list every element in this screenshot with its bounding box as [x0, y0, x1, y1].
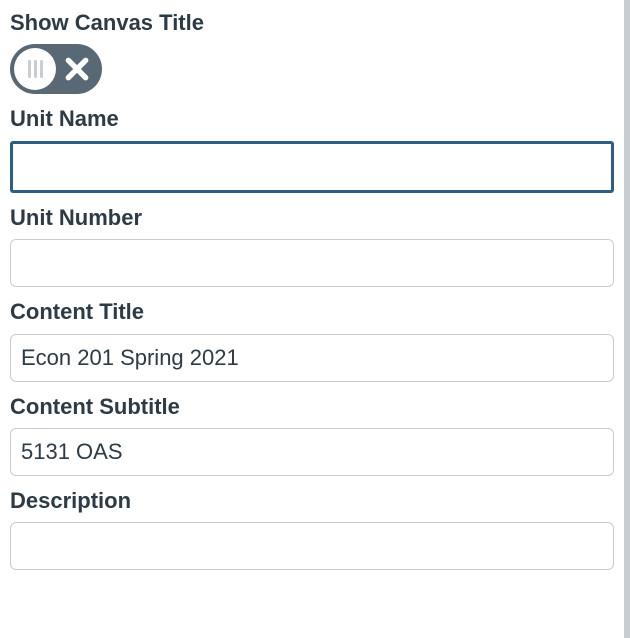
unit-name-label: Unit Name	[10, 106, 614, 132]
description-input[interactable]	[10, 522, 614, 570]
show-canvas-title-toggle[interactable]	[10, 44, 102, 94]
content-title-group: Content Title	[10, 299, 614, 381]
toggle-knob	[14, 48, 56, 90]
description-label: Description	[10, 488, 614, 514]
unit-number-label: Unit Number	[10, 205, 614, 231]
unit-name-group: Unit Name	[10, 106, 614, 192]
form-panel: Show Canvas Title Unit Name Unit Number …	[0, 0, 630, 638]
content-subtitle-group: Content Subtitle	[10, 394, 614, 476]
content-subtitle-input[interactable]	[10, 428, 614, 476]
show-canvas-title-label: Show Canvas Title	[10, 10, 614, 36]
show-canvas-title-group: Show Canvas Title	[10, 10, 614, 94]
unit-name-input[interactable]	[10, 141, 614, 193]
content-subtitle-label: Content Subtitle	[10, 394, 614, 420]
content-title-label: Content Title	[10, 299, 614, 325]
close-icon	[64, 56, 90, 82]
unit-number-input[interactable]	[10, 239, 614, 287]
description-group: Description	[10, 488, 614, 570]
unit-number-group: Unit Number	[10, 205, 614, 287]
content-title-input[interactable]	[10, 334, 614, 382]
